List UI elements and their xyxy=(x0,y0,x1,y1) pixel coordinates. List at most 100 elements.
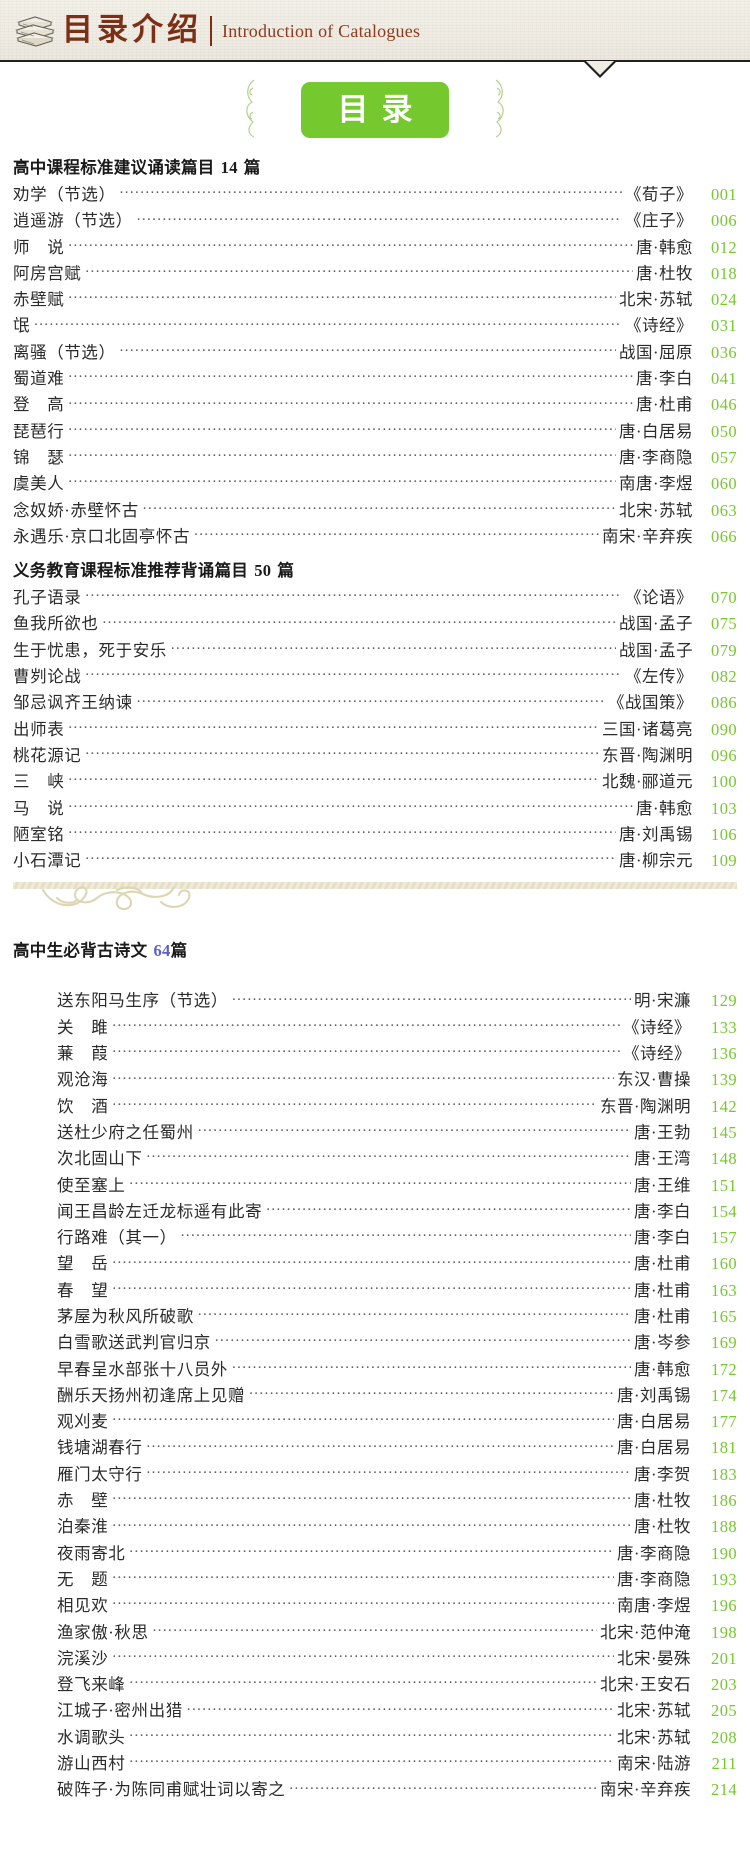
toc-entry[interactable]: 永遇乐·京口北固亭怀古 南宋·辛弃疾 066 xyxy=(13,523,737,549)
toc-entry[interactable]: 江城子·密州出猎 北宋·苏轼 205 xyxy=(13,1697,737,1723)
toc-entry[interactable]: 泊秦淮 唐·杜牧 188 xyxy=(13,1513,737,1539)
toc-entry[interactable]: 酬乐天扬州初逢席上见赠 唐·刘禹锡 174 xyxy=(13,1382,737,1408)
toc-entry-author: 唐·李白 xyxy=(634,1228,691,1248)
toc-entry-title: 游山西村 xyxy=(57,1754,126,1774)
toc-leader-dots xyxy=(112,1016,620,1033)
toc-entry-page-number: 136 xyxy=(711,1044,737,1064)
toc-entry[interactable]: 次北固山下 唐·王湾 148 xyxy=(13,1145,737,1171)
toc-entry[interactable]: 蒹 葭 《诗经》 136 xyxy=(13,1040,737,1066)
banner-chevron-down-icon xyxy=(583,61,617,78)
toc-entry[interactable]: 登 高 唐·杜甫 046 xyxy=(13,391,737,417)
toc-entry-author: 战国·孟子 xyxy=(619,640,693,660)
toc-entry[interactable]: 破阵子·为陈同甫赋壮词以寄之 南宋·辛弃疾 214 xyxy=(13,1776,737,1802)
toc-entry[interactable]: 浣溪沙 北宋·晏殊 201 xyxy=(13,1645,737,1671)
toc-leader-dots xyxy=(85,850,616,867)
toc-entry[interactable]: 琵琶行 唐·白居易 050 xyxy=(13,418,737,444)
toc-entry-title: 饮 酒 xyxy=(57,1096,109,1116)
toc-entry-author: 唐·杜甫 xyxy=(636,395,693,415)
toc-entry[interactable]: 桃花源记 东晋·陶渊明 096 xyxy=(13,742,737,768)
toc-entry[interactable]: 行路难（其一） 唐·李白 157 xyxy=(13,1224,737,1250)
toc-entry-page-number: 148 xyxy=(711,1149,737,1169)
toc-entry[interactable]: 锦 瑟 唐·李商隐 057 xyxy=(13,444,737,470)
toc-entry-title: 闻王昌龄左迁龙标遥有此寄 xyxy=(57,1201,263,1221)
toc-entry[interactable]: 游山西村 南宋·陆游 211 xyxy=(13,1750,737,1776)
toc-entry[interactable]: 念奴娇·赤壁怀古 北宋·苏轼 063 xyxy=(13,497,737,523)
toc-leader-dots xyxy=(289,1779,597,1796)
toc-entry[interactable]: 送东阳马生序（节选） 明·宋濂 129 xyxy=(13,987,737,1013)
toc-entry-page-number: 103 xyxy=(711,798,737,818)
toc-entry[interactable]: 氓 《诗经》 031 xyxy=(13,312,737,338)
toc-entry-page-number: 157 xyxy=(711,1228,737,1248)
toc-entry[interactable]: 虞美人 南唐·李煜 060 xyxy=(13,470,737,496)
toc-entry[interactable]: 登飞来峰 北宋·王安石 203 xyxy=(13,1671,737,1697)
toc-entry[interactable]: 离骚（节选） 战国·屈原 036 xyxy=(13,339,737,365)
toc-entry[interactable]: 赤壁赋 北宋·苏轼 024 xyxy=(13,286,737,312)
toc-entry[interactable]: 早春呈水部张十八员外 唐·韩愈 172 xyxy=(13,1356,737,1382)
toc-leader-dots xyxy=(68,718,599,735)
toc-entry[interactable]: 阿房宫赋 唐·杜牧 018 xyxy=(13,260,737,286)
toc-entry[interactable]: 观沧海 东汉·曹操 139 xyxy=(13,1066,737,1092)
toc-leader-dots xyxy=(232,1358,631,1375)
toc-entry[interactable]: 送杜少府之任蜀州 唐·王勃 145 xyxy=(13,1119,737,1145)
toc-entry-page-number: 001 xyxy=(711,185,737,204)
toc-entry-author: 唐·李商隐 xyxy=(617,1543,691,1563)
section-heading-2: 义务教育课程标准推荐背诵篇目 50 篇 xyxy=(13,557,737,581)
toc-entry-author: 唐·柳宗元 xyxy=(619,851,693,871)
toc-entry-page-number: 177 xyxy=(711,1412,737,1432)
toc-entry[interactable]: 三 峡 北魏·郦道元 100 xyxy=(13,768,737,794)
toc-entry-page-number: 075 xyxy=(711,614,737,634)
toc-entry[interactable]: 蜀道难 唐·李白 041 xyxy=(13,365,737,391)
toc-leader-dots xyxy=(112,1069,614,1086)
toc-entry-title: 琵琶行 xyxy=(13,421,65,441)
toc-entry[interactable]: 马 说 唐·韩愈 103 xyxy=(13,795,737,821)
toc-entry[interactable]: 关 雎 《诗经》 133 xyxy=(13,1014,737,1040)
toc-leader-dots xyxy=(143,499,616,516)
toc-entry-title: 登飞来峰 xyxy=(57,1675,126,1695)
toc-entry[interactable]: 曹刿论战 《左传》 082 xyxy=(13,663,737,689)
toc-entry[interactable]: 茅屋为秋风所破歌 唐·杜甫 165 xyxy=(13,1303,737,1329)
toc-entry[interactable]: 逍遥游（节选） 《庄子》 006 xyxy=(13,207,737,233)
section-2-title-suffix: 篇 xyxy=(271,561,295,581)
toc-entry[interactable]: 使至塞上 唐·王维 151 xyxy=(13,1172,737,1198)
toc-entry[interactable]: 观刈麦 唐·白居易 177 xyxy=(13,1408,737,1434)
toc-entry[interactable]: 劝学（节选） 《荀子》 001 xyxy=(13,181,737,207)
toc-entry[interactable]: 雁门太守行 唐·李贺 183 xyxy=(13,1461,737,1487)
toc-entry[interactable]: 夜雨寄北 唐·李商隐 190 xyxy=(13,1540,737,1566)
toc-entry-title: 劝学（节选） xyxy=(13,185,116,204)
toc-leader-dots xyxy=(147,1437,615,1454)
toc-entry[interactable]: 水调歌头 北宋·苏轼 208 xyxy=(13,1724,737,1750)
toc-entry[interactable]: 望 岳 唐·杜甫 160 xyxy=(13,1250,737,1276)
toc-entry[interactable]: 陋室铭 唐·刘禹锡 106 xyxy=(13,821,737,847)
toc-entry-page-number: 041 xyxy=(711,369,737,389)
toc-entry[interactable]: 赤 壁 唐·杜牧 186 xyxy=(13,1487,737,1513)
toc-entry[interactable]: 鱼我所欲也 战国·孟子 075 xyxy=(13,610,737,636)
toc-entry[interactable]: 邹忌讽齐王纳谏 《战国策》 086 xyxy=(13,689,737,715)
toc-entry-page-number: 183 xyxy=(711,1464,737,1484)
toc-entry-author: 唐·李商隐 xyxy=(619,447,693,467)
toc-entry-page-number: 082 xyxy=(711,667,737,687)
toc-entry[interactable]: 春 望 唐·杜甫 163 xyxy=(13,1277,737,1303)
toc-entry-title: 念奴娇·赤壁怀古 xyxy=(13,500,139,520)
toc-entry[interactable]: 白雪歌送武判官归京 唐·岑参 169 xyxy=(13,1329,737,1355)
toc-leader-dots xyxy=(103,613,617,630)
toc-entry-title: 春 望 xyxy=(57,1280,109,1300)
toc-leader-dots xyxy=(112,1411,614,1428)
toc-entry[interactable]: 出师表 三国·诸葛亮 090 xyxy=(13,716,737,742)
toc-entry[interactable]: 饮 酒 东晋·陶渊明 142 xyxy=(13,1093,737,1119)
toc-entry[interactable]: 师 说 唐·韩愈 012 xyxy=(13,234,737,260)
toc-entry[interactable]: 无 题 唐·李商隐 193 xyxy=(13,1566,737,1592)
toc-entry[interactable]: 渔家傲·秋思 北宋·范仲淹 198 xyxy=(13,1619,737,1645)
toc-entry-page-number: 139 xyxy=(711,1070,737,1090)
toc-entry[interactable]: 孔子语录 《论语》 070 xyxy=(13,584,737,610)
toc-entry[interactable]: 相见欢 南唐·李煜 196 xyxy=(13,1592,737,1618)
toc-entry-author: 南唐·李煜 xyxy=(617,1596,691,1616)
toc-entry[interactable]: 小石潭记 唐·柳宗元 109 xyxy=(13,847,737,873)
toc-leader-dots xyxy=(129,1726,614,1743)
toc-entry[interactable]: 生于忧患，死于安乐 战国·孟子 079 xyxy=(13,637,737,663)
toc-entry-title: 破阵子·为陈同甫赋壮词以寄之 xyxy=(57,1780,286,1800)
toc-entry[interactable]: 钱塘湖春行 唐·白居易 181 xyxy=(13,1434,737,1460)
toc-entry[interactable]: 闻王昌龄左迁龙标遥有此寄 唐·李白 154 xyxy=(13,1198,737,1224)
toc-leader-dots xyxy=(147,1148,632,1165)
toc-entry-page-number: 109 xyxy=(711,851,737,871)
section-3-count: 64 xyxy=(153,941,171,961)
